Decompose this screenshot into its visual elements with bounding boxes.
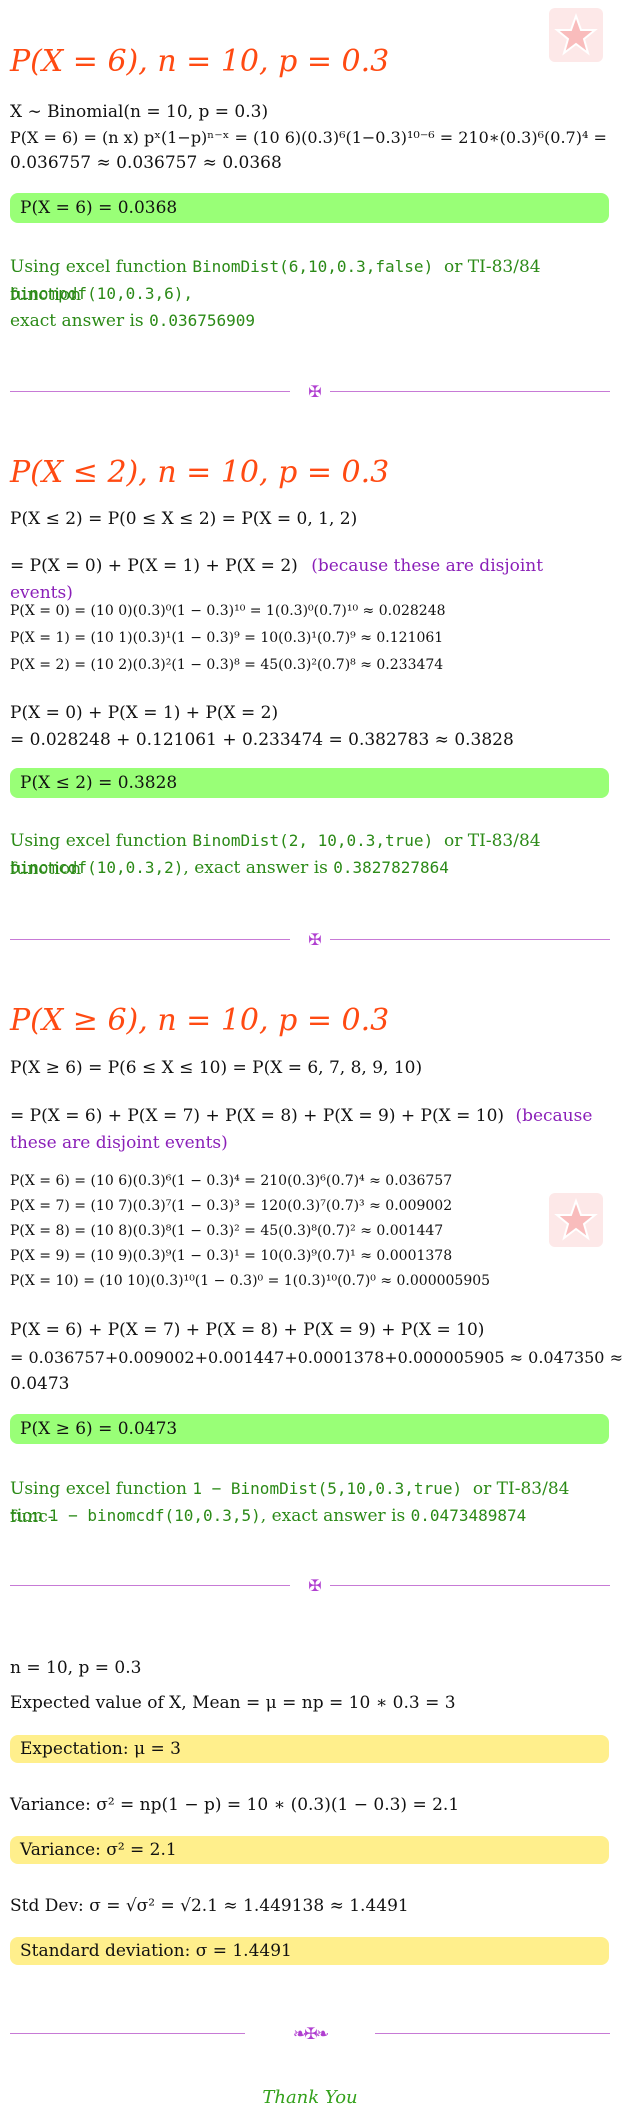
excel-prefix: Using excel function: [10, 1479, 187, 1499]
excel-prefix: Using excel function: [10, 257, 187, 277]
equation-line: P(X ≥ 6) = P(6 ≤ X ≤ 10) = P(X = 6, 7, 8…: [10, 1058, 423, 1078]
formula-line: 0.036757 ≈ 0.036757 ≈ 0.0368: [10, 153, 282, 173]
variance-line: Variance: σ² = np(1 − p) = 10 ∗ (0.3)(1 …: [10, 1795, 460, 1815]
variance-box: Variance: σ² = 2.1: [10, 1836, 609, 1864]
exact-prefix: , exact answer is: [260, 1506, 406, 1526]
section-divider: ✠: [10, 382, 610, 402]
expectation-text: Expectation: μ = 3: [20, 1739, 181, 1759]
result-box: P(X ≤ 2) = 0.3828: [10, 768, 609, 798]
term-line: P(X = 6) = (10 6)(0.3)⁶(1 − 0.3)⁴ = 210(…: [10, 1173, 453, 1189]
exact-prefix: , exact answer is: [183, 858, 328, 878]
term-line: P(X = 8) = (10 8)(0.3)⁸(1 − 0.3)² = 45(0…: [10, 1223, 444, 1239]
exact-value: 0.036756909: [149, 311, 256, 330]
params-line: n = 10, p = 0.3: [10, 1658, 142, 1678]
result-text: P(X ≤ 2) = 0.3828: [20, 773, 178, 793]
term-line: P(X = 0) = (10 0)(0.3)⁰(1 − 0.3)¹⁰ = 1(0…: [10, 603, 446, 619]
expectation-box: Expectation: μ = 3: [10, 1735, 609, 1763]
variance-text: Variance: σ² = 2.1: [20, 1840, 177, 1860]
formula-line: P(X = 6) = (n x) pˣ(1−p)ⁿ⁻ˣ = (10 6)(0.3…: [10, 128, 607, 147]
footer-divider: ❧✠❧: [10, 2024, 610, 2044]
equation-text: = P(X = 0) + P(X = 1) + P(X = 2): [10, 556, 298, 576]
term-line: P(X = 10) = (10 10)(0.3)¹⁰(1 − 0.3)⁰ = 1…: [10, 1273, 491, 1289]
ornament-divider-icon: ✠: [308, 1576, 322, 1595]
mean-line: Expected value of X, Mean = μ = np = 10 …: [10, 1693, 456, 1713]
equation-line: P(X ≤ 2) = P(0 ≤ X ≤ 2) = P(X = 0, 1, 2): [10, 509, 358, 529]
exact-note: exact answer is 0.036756909: [10, 307, 610, 335]
term-line: P(X = 7) = (10 7)(0.3)⁷(1 − 0.3)³ = 120(…: [10, 1198, 453, 1214]
section-divider: ✠: [10, 930, 610, 950]
term-line: P(X = 1) = (10 1)(0.3)¹(1 − 0.3)⁹ = 10(0…: [10, 630, 444, 646]
ornament-divider-icon: ✠: [308, 382, 322, 401]
exact-prefix: exact answer is: [10, 311, 144, 331]
result-box: P(X ≥ 6) = 0.0473: [10, 1414, 609, 1444]
distribution-line: X ∼ Binomial(n = 10, p = 0.3): [10, 102, 269, 122]
sum-line: P(X = 6) + P(X = 7) + P(X = 8) + P(X = 9…: [10, 1320, 485, 1340]
exact-value: 0.3827827864: [333, 858, 449, 877]
equation-text: = P(X = 6) + P(X = 7) + P(X = 8) + P(X =…: [10, 1106, 505, 1126]
sum-line: = 0.028248 + 0.121061 + 0.233474 = 0.382…: [10, 730, 514, 750]
section-title: P(X ≤ 2), n = 10, p = 0.3: [10, 455, 390, 490]
section-title: P(X = 6), n = 10, p = 0.3: [10, 44, 390, 79]
ti-function: binompdf(10,0.3,6),: [10, 284, 194, 303]
ti-note: binompdf(10,0.3,6),: [10, 280, 610, 308]
std-dev-text: Standard deviation: σ = 1.4491: [20, 1941, 292, 1961]
excel-prefix: Using excel function: [10, 831, 187, 851]
section-divider: ✠: [10, 1576, 610, 1596]
sum-line: P(X = 0) + P(X = 1) + P(X = 2): [10, 703, 279, 723]
result-text: P(X = 6) = 0.0368: [20, 198, 178, 218]
std-dev-box: Standard deviation: σ = 1.4491: [10, 1937, 609, 1965]
ti-note: binomcdf(10,0.3,2), exact answer is 0.38…: [10, 854, 610, 882]
sum-line: = 0.036757+0.009002+0.001447+0.0001378+0…: [10, 1348, 623, 1367]
ti-prefix: tion: [10, 1506, 44, 1526]
std-dev-line: Std Dev: σ = √σ² = √2.1 ≈ 1.449138 ≈ 1.4…: [10, 1896, 409, 1916]
ornament-divider-icon: ✠: [308, 930, 322, 949]
ti-note: tion 1 − binomcdf(10,0.3,5), exact answe…: [10, 1502, 610, 1530]
sum-line: 0.0473: [10, 1374, 70, 1394]
excel-function: 1 − BinomDist(5,10,0.3,true): [192, 1479, 463, 1498]
excel-function: BinomDist(2, 10,0.3,true): [192, 831, 434, 850]
ti-function: 1 − binomcdf(10,0.3,5): [48, 1506, 261, 1525]
disjoint-note: these are disjoint events): [10, 1133, 228, 1153]
result-box: P(X = 6) = 0.0368: [10, 193, 609, 223]
term-line: P(X = 2) = (10 2)(0.3)²(1 − 0.3)⁸ = 45(0…: [10, 657, 444, 673]
result-text: P(X ≥ 6) = 0.0473: [20, 1419, 178, 1439]
section-title: P(X ≥ 6), n = 10, p = 0.3: [10, 1003, 390, 1038]
disjoint-note: (because: [515, 1106, 593, 1126]
excel-function: BinomDist(6,10,0.3,false): [192, 257, 434, 276]
ornament-divider-icon: ❧✠❧: [292, 2024, 329, 2043]
star-watermark-icon: [549, 1193, 603, 1247]
term-line: P(X = 9) = (10 9)(0.3)⁹(1 − 0.3)¹ = 10(0…: [10, 1248, 453, 1264]
thank-you-text: Thank You: [262, 2087, 358, 2108]
exact-value: 0.0473489874: [410, 1506, 527, 1525]
ti-function: binomcdf(10,0.3,2): [10, 858, 184, 877]
equation-line: = P(X = 6) + P(X = 7) + P(X = 8) + P(X =…: [10, 1103, 610, 1130]
